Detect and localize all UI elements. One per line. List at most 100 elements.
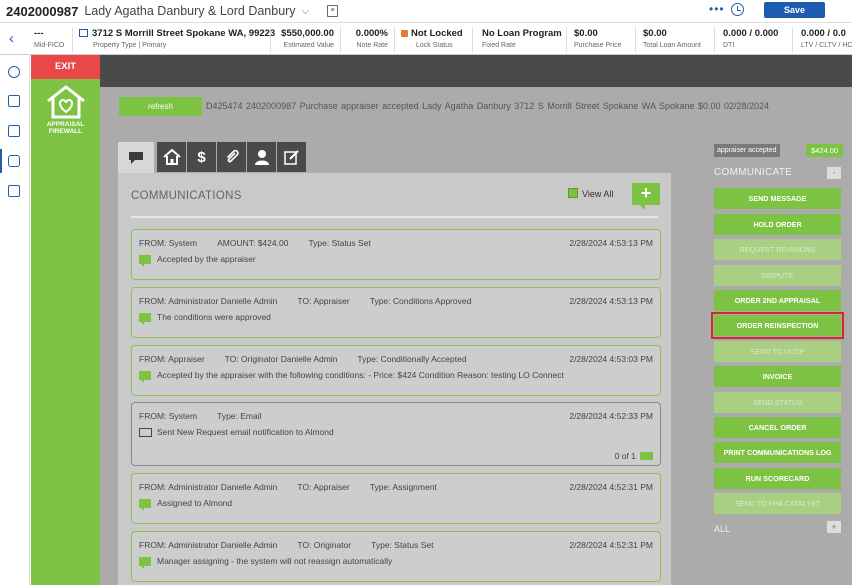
borrower-name[interactable]: Lady Agatha Danbury & Lord Danbury bbox=[84, 4, 295, 18]
message-header: FROM: Appraiser TO: Originator Danielle A… bbox=[139, 354, 487, 364]
expand-all-button[interactable]: + bbox=[827, 521, 841, 533]
logo-text: APPRAISAL FIREWALL bbox=[31, 121, 100, 135]
bell-icon[interactable] bbox=[8, 66, 20, 78]
tab-notes[interactable] bbox=[277, 142, 306, 172]
tab-communications[interactable] bbox=[118, 142, 154, 174]
info-value: 0.000 / 0.0 bbox=[801, 28, 846, 39]
divider bbox=[472, 27, 473, 52]
message-type: Type: Status Set bbox=[308, 238, 371, 248]
overflow-icon[interactable]: ⋮ bbox=[847, 0, 852, 14]
message-from: FROM: Administrator Danielle Admin bbox=[139, 296, 278, 306]
home-icon bbox=[162, 149, 181, 165]
divider bbox=[72, 27, 73, 52]
message-header: FROM: Administrator Danielle Admin TO: Or… bbox=[139, 540, 454, 550]
message-time: 2/28/2024 4:53:13 PM bbox=[569, 238, 653, 248]
message-text: Manager assigning - the system will not … bbox=[157, 556, 393, 566]
logo-line: APPRAISAL bbox=[46, 121, 85, 128]
message-from: FROM: Administrator Danielle Admin bbox=[139, 540, 278, 550]
loan-number: 2402000987 bbox=[6, 3, 79, 19]
tab-fees[interactable]: $ bbox=[187, 142, 216, 172]
request-revisions-button[interactable]: REQUEST REVISIONS bbox=[714, 239, 841, 260]
send-to-fha-catalyst-button[interactable]: SEND TO FHA CATALYST bbox=[714, 493, 841, 514]
monitor-icon bbox=[139, 428, 152, 437]
collapse-button[interactable]: - bbox=[827, 167, 841, 179]
more-options-icon[interactable]: ••• bbox=[709, 2, 725, 16]
clock-icon[interactable] bbox=[731, 3, 744, 16]
refresh-button[interactable]: refresh bbox=[119, 97, 202, 116]
message-card[interactable]: FROM: Appraiser TO: Originator Danielle A… bbox=[131, 345, 661, 396]
info-label: LTV / CLTV / HC bbox=[801, 42, 852, 49]
info-label: DTI bbox=[723, 42, 735, 49]
run-scorecard-button[interactable]: RUN SCORECARD bbox=[714, 468, 841, 489]
message-from: FROM: Administrator Danielle Admin bbox=[139, 482, 278, 492]
status-badge: appraiser accepted bbox=[714, 144, 780, 157]
message-card[interactable]: FROM: System Type: Email 2/28/2024 4:52:3… bbox=[131, 402, 661, 466]
message-card[interactable]: FROM: Administrator Danielle Admin TO: Ap… bbox=[131, 287, 661, 338]
message-card[interactable]: FROM: Administrator Danielle Admin TO: Ap… bbox=[131, 473, 661, 524]
cancel-order-button[interactable]: CANCEL ORDER bbox=[714, 417, 841, 438]
message-body: Accepted by the appraiser bbox=[139, 254, 256, 267]
info-label: Estimated Value bbox=[283, 42, 334, 49]
tab-contacts[interactable] bbox=[247, 142, 276, 172]
invoice-button[interactable]: INVOICE bbox=[714, 366, 841, 387]
info-value: 0.000 / 0.000 bbox=[723, 28, 779, 39]
info-ltv: 0.000 / 0.0 LTV / CLTV / HC bbox=[801, 28, 852, 49]
info-label: Purchase Price bbox=[574, 42, 622, 49]
message-body: Sent New Request email notification to A… bbox=[139, 427, 334, 437]
message-from: FROM: System bbox=[139, 238, 198, 248]
add-message-button[interactable]: + bbox=[632, 183, 660, 210]
send-status-button[interactable]: SEND STATUS bbox=[714, 392, 841, 413]
communicate-heading: COMMUNICATE bbox=[714, 167, 793, 178]
logo-line: FIREWALL bbox=[48, 128, 83, 135]
message-card[interactable]: FROM: System AMOUNT: $424.00 Type: Status … bbox=[131, 229, 661, 280]
message-time: 2/28/2024 4:53:03 PM bbox=[569, 354, 653, 364]
hold-order-button[interactable]: HOLD ORDER bbox=[714, 214, 841, 235]
view-all-toggle[interactable]: View All bbox=[568, 188, 613, 199]
document-icon[interactable]: ≡ bbox=[327, 5, 339, 17]
message-to: TO: Appraiser bbox=[297, 482, 350, 492]
divider bbox=[635, 27, 636, 52]
message-time: 2/28/2024 4:53:13 PM bbox=[569, 296, 653, 306]
divider bbox=[792, 27, 793, 52]
message-type: Type: Conditionally Accepted bbox=[357, 354, 467, 364]
clipboard-icon[interactable] bbox=[8, 95, 20, 107]
left-nav bbox=[0, 55, 30, 585]
send-message-button[interactable]: SEND MESSAGE bbox=[714, 188, 841, 209]
save-button[interactable]: Save bbox=[764, 2, 825, 18]
info-property[interactable]: 3712 S Morrill Street Spokane WA, 99223 … bbox=[79, 28, 275, 49]
dispute-button[interactable]: DISPUTE bbox=[714, 265, 841, 286]
message-card[interactable]: FROM: Administrator Danielle Admin TO: Or… bbox=[131, 531, 661, 582]
message-to: TO: Originator bbox=[297, 540, 352, 550]
view-all-label: View All bbox=[582, 189, 614, 199]
order-reinspection-button[interactable]: ORDER REINSPECTION bbox=[711, 312, 844, 339]
info-total-loan: $0.00 Total Loan Amount bbox=[643, 28, 701, 49]
document-list-icon[interactable] bbox=[8, 125, 20, 137]
divider bbox=[566, 27, 567, 52]
message-body: Assigned to Almond bbox=[139, 498, 232, 511]
exit-button[interactable]: EXIT bbox=[31, 55, 100, 79]
message-time: 2/28/2024 4:52:33 PM bbox=[569, 411, 653, 421]
info-estimated-value: $550,000.00 Estimated Value bbox=[276, 28, 334, 49]
message-text: Accepted by the appraiser bbox=[157, 254, 256, 264]
tab-property[interactable] bbox=[157, 142, 186, 172]
print-communications-log-button[interactable]: PRINT COMMUNICATIONS LOG bbox=[714, 442, 841, 463]
active-nav-indicator bbox=[0, 149, 2, 173]
read-receipt[interactable]: 0 of 1 bbox=[615, 451, 653, 461]
message-header: FROM: Administrator Danielle Admin TO: Ap… bbox=[139, 482, 457, 492]
divider bbox=[714, 27, 715, 52]
info-label: Lock Status bbox=[416, 42, 453, 49]
paperclip-icon bbox=[226, 149, 239, 163]
checkbox[interactable] bbox=[568, 188, 578, 198]
amount-badge: $424.00 bbox=[806, 144, 843, 157]
tab-attachments[interactable] bbox=[217, 142, 246, 172]
database-icon[interactable] bbox=[8, 155, 20, 167]
send-to-ucdp-button[interactable]: SEND TO UCDP bbox=[714, 341, 841, 362]
divider bbox=[270, 27, 271, 52]
chevron-down-icon[interactable]: ⌵ bbox=[302, 6, 310, 17]
info-loan-program: No Loan Program Fixed Rate bbox=[482, 28, 562, 49]
message-to: TO: Appraiser bbox=[297, 296, 350, 306]
order-2nd-appraisal-button[interactable]: ORDER 2ND APPRAISAL bbox=[714, 290, 841, 311]
back-chevron-icon[interactable]: ‹ bbox=[9, 30, 14, 47]
message-text: Sent New Request email notification to A… bbox=[157, 427, 334, 437]
briefcase-icon[interactable] bbox=[8, 185, 20, 197]
